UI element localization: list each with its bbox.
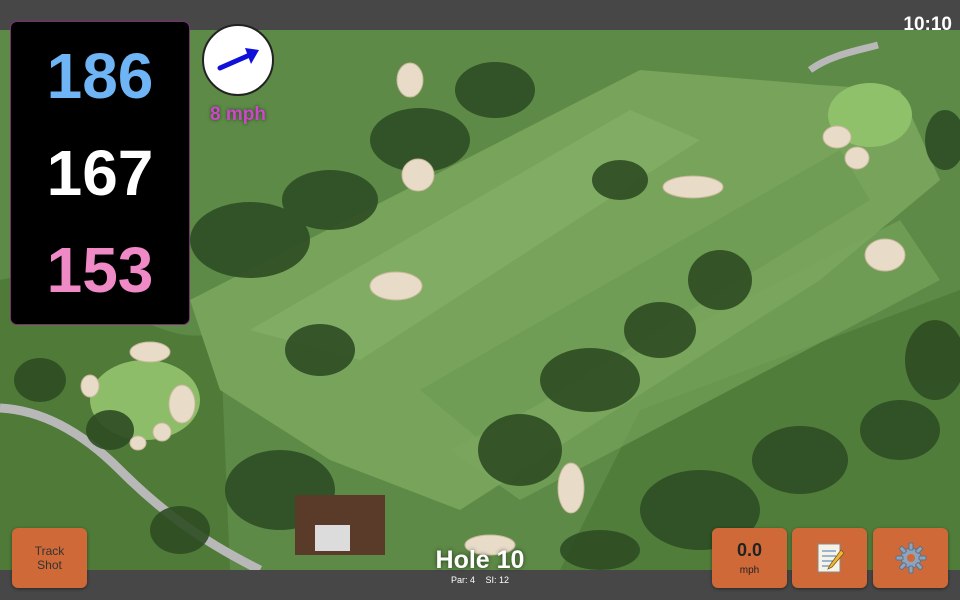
hole-title: Hole 10 [435, 546, 525, 574]
track-shot-label-line1: Track [34, 543, 65, 558]
gear-icon [895, 542, 926, 574]
track-shot-label-line2: Shot [37, 558, 62, 572]
front-distance: 153 [46, 233, 154, 306]
hole-details: Par: 4 SI: 12 [400, 575, 560, 585]
wind-indicator[interactable] [202, 24, 274, 96]
speed-button[interactable]: 0.0 mph [712, 528, 787, 588]
arrow-up-right-icon [217, 48, 259, 71]
hole-stroke-index: SI: 12 [485, 575, 510, 585]
back-distance: 186 [46, 40, 154, 113]
speed-value: 0.0 [736, 540, 763, 560]
hole-info: Hole 10 Par: 4 SI: 12 [400, 546, 560, 586]
scorecard-button[interactable] [792, 528, 867, 588]
memo-icon [817, 543, 845, 573]
distance-panel: 186 167 153 [11, 22, 189, 324]
hole-par: Par: 4 [450, 575, 475, 585]
track-shot-button[interactable]: Track Shot [12, 528, 87, 588]
wind-speed-label: 8 mph [210, 104, 266, 125]
center-distance: 167 [46, 136, 154, 209]
speed-unit: mph [739, 565, 760, 576]
settings-button[interactable] [873, 528, 948, 588]
